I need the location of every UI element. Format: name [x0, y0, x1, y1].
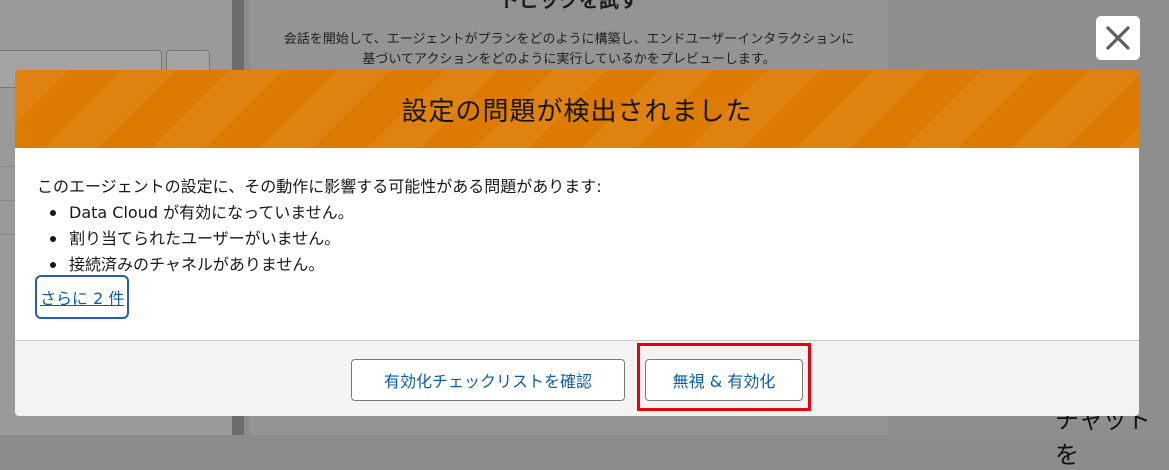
close-icon: [1106, 26, 1130, 50]
ignore-and-enable-button[interactable]: 無視 & 有効化: [645, 359, 803, 401]
show-more-link[interactable]: さらに 2 件: [35, 275, 130, 319]
issue-list: Data Cloud が有効になっていません。 割り当てられたユーザーがいません…: [37, 200, 1117, 278]
modal-footer: 有効化チェックリストを確認 無視 & 有効化: [15, 340, 1139, 416]
issues-intro: このエージェントの設定に、その動作に影響する可能性がある問題があります:: [37, 177, 602, 196]
background-center-title: トピックを試す: [499, 0, 639, 12]
modal-title: 設定の問題が検出されました: [401, 96, 753, 127]
issue-data-cloud: Data Cloud が有効になっていません。: [50, 200, 1117, 226]
background-center-description: 会話を開始して、エージェントがプランをどのように構築し、エンドユーザーインタラク…: [283, 32, 855, 67]
issue-assigned-users: 割り当てられたユーザーがいません。: [50, 226, 1117, 252]
modal-header: 設定の問題が検出されました: [15, 70, 1139, 148]
close-button[interactable]: [1096, 16, 1140, 60]
issue-connected-channels: 接続済みのチャネルがありません。: [50, 252, 1117, 278]
review-checklist-button[interactable]: 有効化チェックリストを確認: [351, 359, 625, 401]
modal-body: このエージェントの設定に、その動作に影響する可能性がある問題があります: Dat…: [15, 148, 1139, 340]
